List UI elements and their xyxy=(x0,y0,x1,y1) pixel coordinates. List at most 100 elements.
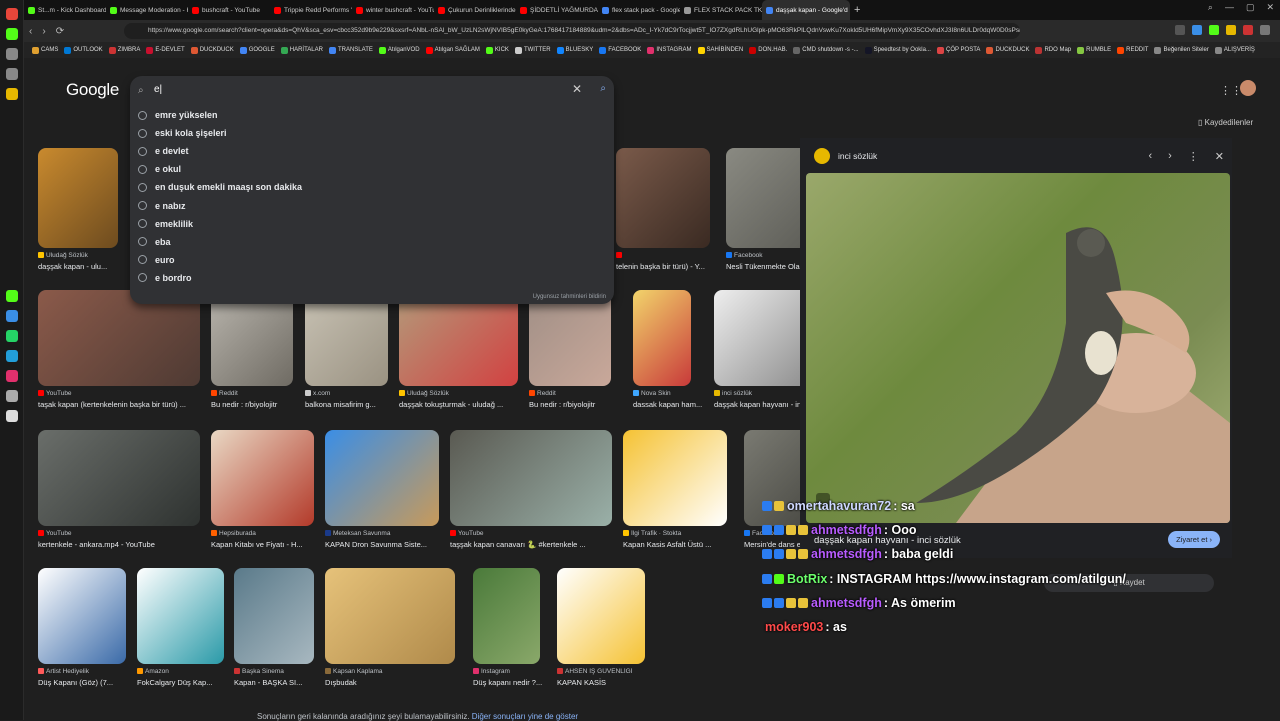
next-icon[interactable]: › xyxy=(1168,150,1172,163)
result-source[interactable]: Meteksan Savunma xyxy=(325,530,439,537)
bookmark-item[interactable]: KICK xyxy=(485,46,509,54)
extension-icon[interactable] xyxy=(1175,25,1185,35)
bookmark-item[interactable]: Beğenilen Siteler xyxy=(1154,46,1209,54)
sidebar-app-icon[interactable] xyxy=(6,350,18,362)
result-source[interactable]: AHSEN İŞ GÜVENLİĞİ xyxy=(557,668,647,675)
url-field[interactable]: https://www.google.com/search?client=ope… xyxy=(124,23,1020,39)
extension-icon[interactable] xyxy=(1192,25,1202,35)
result-thumbnail[interactable] xyxy=(234,568,314,664)
result-source[interactable]: x.com xyxy=(305,390,395,397)
maximize-icon[interactable]: ▢ xyxy=(1246,2,1255,13)
result-source[interactable]: Başka Sinema xyxy=(234,668,324,675)
bookmark-item[interactable]: FACEBOOK xyxy=(599,46,641,54)
bookmark-item[interactable]: Speedtest by Ookla... xyxy=(864,46,931,54)
google-logo[interactable]: Google xyxy=(66,80,119,100)
result-caption[interactable]: Düş Kapanı (Göz) (7... xyxy=(38,678,128,687)
result-thumbnail[interactable] xyxy=(325,568,455,664)
result-source[interactable]: Hepsiburada xyxy=(211,530,314,537)
bookmark-item[interactable]: INSTAGRAM xyxy=(647,46,692,54)
suggestion-item[interactable]: eski kola şişeleri xyxy=(130,124,614,142)
result-source[interactable]: İlgi Trafik · Stokta xyxy=(623,530,727,537)
result-caption[interactable]: dassak kapan ham... xyxy=(633,400,723,409)
sidebar-app-icon[interactable] xyxy=(6,28,18,40)
browser-tab[interactable]: Trippie Redd Performs "W xyxy=(270,0,352,20)
result-thumbnail[interactable] xyxy=(38,568,126,664)
result-source[interactable]: YouTube xyxy=(450,530,612,537)
result-thumbnail[interactable] xyxy=(38,430,200,526)
panel-source[interactable]: inci sözlük xyxy=(838,151,877,161)
result-source[interactable]: YouTube xyxy=(38,390,200,397)
suggestion-item[interactable]: euro xyxy=(130,251,614,269)
sidebar-app-icon[interactable] xyxy=(6,8,18,20)
suggestion-item[interactable]: en duşuk emekli maaşı son dakika xyxy=(130,178,614,196)
chat-username[interactable]: BotRix xyxy=(787,572,827,586)
chat-username[interactable]: moker903 xyxy=(765,620,823,634)
browser-tab[interactable]: flex stack pack - Google'c xyxy=(598,0,680,20)
suggestion-item[interactable]: e okul xyxy=(130,160,614,178)
sidebar-app-icon[interactable] xyxy=(6,48,18,60)
search-submit-icon[interactable]: ⌕ xyxy=(600,83,606,94)
browser-tab[interactable]: Çukurun Derinliklerinde R xyxy=(434,0,516,20)
more-options-icon[interactable]: ⋮ xyxy=(1188,150,1199,163)
browser-tab[interactable]: daşşak kapan - Google'd xyxy=(762,0,850,20)
bookmark-item[interactable]: CMD shutdown -s -... xyxy=(793,46,859,54)
result-thumbnail[interactable] xyxy=(38,290,200,386)
bookmark-item[interactable]: BLUESKY xyxy=(556,46,593,54)
result-source[interactable]: Kapsan Kaplama xyxy=(325,668,455,675)
apps-grid-icon[interactable]: ⋮⋮ xyxy=(1220,84,1242,97)
result-source[interactable] xyxy=(616,252,710,259)
browser-tab[interactable]: Message Moderation - K xyxy=(106,0,188,20)
suggestion-item[interactable]: emeklilik xyxy=(130,215,614,233)
result-caption[interactable]: KAPAN KASİS xyxy=(557,678,647,687)
sidebar-app-icon[interactable] xyxy=(6,88,18,100)
result-source[interactable]: Reddit xyxy=(529,390,619,397)
result-thumbnail[interactable] xyxy=(305,290,388,386)
result-thumbnail[interactable] xyxy=(38,148,118,248)
result-thumbnail[interactable] xyxy=(137,568,224,664)
result-thumbnail[interactable] xyxy=(211,290,293,386)
browser-tab[interactable]: ŞİDDETLİ YAĞMURDA xyxy=(516,0,598,20)
browser-tab[interactable]: winter bushcraft - YouTul xyxy=(352,0,434,20)
bookmark-item[interactable]: GOOGLE xyxy=(239,46,275,54)
result-caption[interactable]: KAPAN Dron Savunma Siste... xyxy=(325,540,439,549)
sidebar-app-icon[interactable] xyxy=(6,330,18,342)
bookmark-item[interactable]: DUCKDUCK xyxy=(190,46,234,54)
result-thumbnail[interactable] xyxy=(623,430,727,526)
result-thumbnail[interactable] xyxy=(616,148,710,248)
result-caption[interactable]: daşşak tokuşturmak - uludağ ... xyxy=(399,400,518,409)
bookmark-item[interactable]: SAHİBİNDEN xyxy=(697,46,743,54)
bookmark-item[interactable]: TWITTER xyxy=(514,46,551,54)
prev-icon[interactable]: ‹ xyxy=(1148,150,1152,163)
report-predictions-link[interactable]: Uygunsuz tahminleri bildirin xyxy=(533,294,606,300)
preview-image[interactable] xyxy=(806,173,1230,523)
result-source[interactable]: Amazon xyxy=(137,668,227,675)
result-thumbnail[interactable] xyxy=(325,430,439,526)
result-caption[interactable]: Kapan Kasis Asfalt Üstü ... xyxy=(623,540,727,549)
bookmark-item[interactable]: AtılganVOD xyxy=(378,46,420,54)
result-source[interactable]: Uludağ Sözlük xyxy=(399,390,518,397)
bookmark-item[interactable]: TRANSLATE xyxy=(328,46,373,54)
result-source[interactable]: Artist Hediyelik xyxy=(38,668,128,675)
back-icon[interactable]: ‹ xyxy=(29,26,32,37)
bookmark-item[interactable]: ÇÖP POSTA xyxy=(936,46,980,54)
close-window-icon[interactable]: ✕ xyxy=(1266,2,1274,13)
result-caption[interactable]: Düş kapanı nedir ?... xyxy=(473,678,563,687)
search-tabs-icon[interactable]: ⌕ xyxy=(1208,2,1213,13)
bookmark-item[interactable]: DON.HAB. xyxy=(749,46,787,54)
result-thumbnail[interactable] xyxy=(557,568,645,664)
result-caption[interactable]: Bu nedir : r/biyolojitr xyxy=(211,400,301,409)
menu-icon[interactable] xyxy=(1260,25,1270,35)
suggestion-item[interactable]: e devlet xyxy=(130,142,614,160)
bookmark-item[interactable]: RUMBLE xyxy=(1077,46,1111,54)
bookmark-item[interactable]: REDDIT xyxy=(1117,46,1148,54)
avatar[interactable] xyxy=(1240,80,1256,96)
result-source[interactable]: Uludağ Sözlük xyxy=(38,252,128,259)
extension-icon[interactable] xyxy=(1209,25,1219,35)
result-thumbnail[interactable] xyxy=(211,430,314,526)
chat-username[interactable]: omertahavuran72 xyxy=(787,499,891,513)
result-caption[interactable]: taşşak kapan canavarı 🐍 #kertenkele ... xyxy=(450,540,612,549)
sidebar-app-icon[interactable] xyxy=(6,310,18,322)
extension-icon[interactable] xyxy=(1243,25,1253,35)
browser-tab[interactable]: St...m - Kick Dashboard xyxy=(24,0,106,20)
forward-icon[interactable]: › xyxy=(42,26,45,37)
